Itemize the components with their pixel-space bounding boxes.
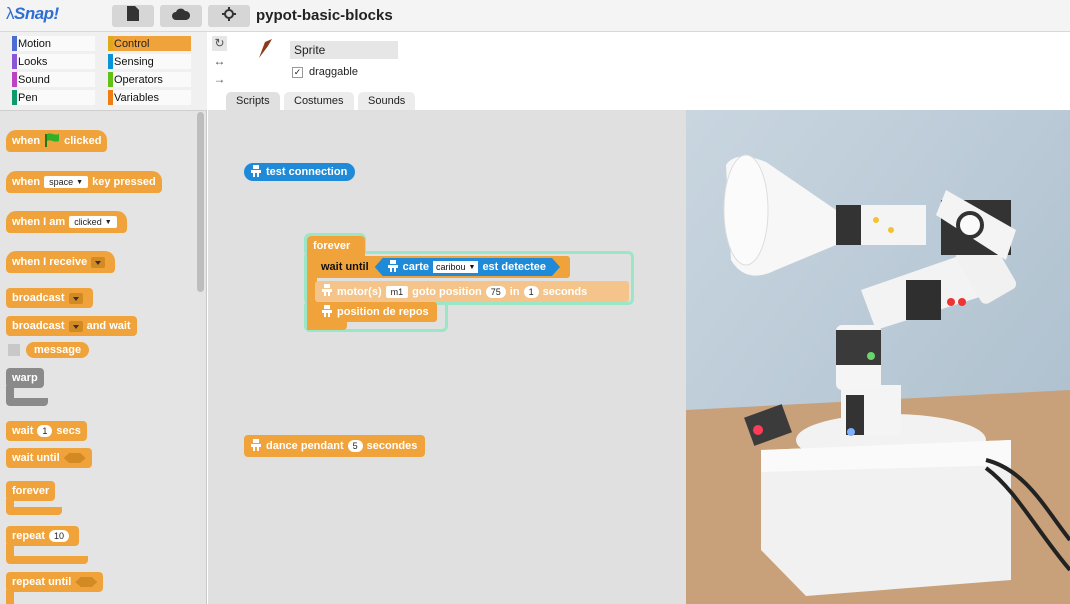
palette-scrollbar[interactable] [197, 112, 204, 292]
category-looks[interactable]: Looks [12, 54, 95, 69]
category-sensing[interactable]: Sensing [108, 54, 191, 69]
no-rotate-button[interactable]: → [212, 72, 227, 87]
forever-script-block[interactable]: forever [307, 236, 365, 256]
carte-detectee-predicate[interactable]: carte caribou ▼ est detectee [375, 258, 560, 276]
cloud-menu-button[interactable] [160, 5, 202, 27]
duration-input[interactable]: 1 [523, 285, 539, 298]
flip-style-button[interactable]: ↔ [212, 54, 227, 69]
category-motion[interactable]: Motion [12, 36, 95, 51]
motor-goto-position-block[interactable]: motor(s) m1 goto position 75 in 1 second… [315, 281, 629, 302]
repeat-block[interactable]: repeat 10 [6, 526, 80, 546]
interaction-dropdown[interactable]: clicked ▼ [69, 216, 117, 228]
forever-block[interactable]: forever [6, 481, 56, 501]
broadcast-and-wait-block[interactable]: broadcast and wait [6, 316, 137, 336]
category-selector: Motion Control Looks Sensing Sound Opera… [0, 32, 207, 110]
rotate-style-button[interactable]: ↻ [212, 36, 227, 51]
robot-icon [387, 260, 399, 275]
message-checkbox[interactable] [8, 344, 20, 356]
settings-menu-button[interactable] [208, 5, 250, 27]
draggable-checkbox[interactable]: ✓ [292, 67, 303, 78]
robot-camera-view [686, 110, 1070, 604]
robot-icon [321, 304, 333, 320]
robot-icon [250, 438, 262, 454]
position-de-repos-block[interactable]: position de repos [315, 302, 437, 322]
scripts-area[interactable] [208, 110, 686, 604]
robot-icon [321, 284, 333, 299]
draggable-option[interactable]: ✓ draggable [292, 66, 358, 78]
message-dropdown[interactable] [91, 256, 106, 268]
dance-duration-input[interactable]: 5 [347, 440, 363, 452]
when-i-am-clicked-block[interactable]: when I am clicked ▼ [6, 211, 127, 233]
when-i-receive-block[interactable]: when I receive [6, 251, 116, 273]
sprite-arrow-icon [256, 38, 274, 65]
repeat-until-block[interactable]: repeat until [6, 572, 104, 592]
robot-icon [250, 164, 262, 180]
sprite-name-field[interactable]: Sprite [290, 41, 398, 59]
cloud-icon [172, 7, 191, 25]
when-flag-clicked-block[interactable]: when clicked [6, 130, 108, 152]
tab-sounds[interactable]: Sounds [358, 92, 416, 110]
file-menu-button[interactable] [112, 5, 154, 27]
category-sound[interactable]: Sound [12, 72, 95, 87]
wait-until-block[interactable]: wait until [6, 448, 92, 468]
test-connection-block[interactable]: test connection [244, 163, 356, 181]
wait-secs-input[interactable]: 1 [37, 425, 53, 437]
snap-logo[interactable]: λSnap! [6, 4, 59, 24]
tab-scripts[interactable]: Scripts [226, 92, 280, 110]
top-bar: λSnap! pypot-basic-blocks [0, 0, 1070, 32]
wait-secs-block[interactable]: wait 1 secs [6, 421, 87, 441]
category-operators[interactable]: Operators [108, 72, 191, 87]
position-input[interactable]: 75 [485, 285, 506, 298]
message-reporter[interactable]: message [26, 342, 90, 358]
green-flag-icon [44, 132, 60, 150]
key-dropdown[interactable]: space ▼ [44, 176, 89, 188]
broadcast-block[interactable]: broadcast [6, 288, 93, 308]
repeat-until-condition-slot[interactable] [75, 577, 98, 587]
gear-icon [222, 6, 236, 26]
category-control[interactable]: Control [108, 36, 191, 51]
file-icon [127, 6, 139, 26]
robot-arm-image [686, 110, 1070, 604]
motor-name-input[interactable]: m1 [385, 285, 409, 298]
broadcast-wait-dropdown[interactable] [68, 320, 83, 332]
dance-pendant-block[interactable]: dance pendant 5 secondes [244, 435, 426, 457]
tab-costumes[interactable]: Costumes [284, 92, 354, 110]
condition-slot[interactable] [63, 453, 86, 463]
warp-block[interactable]: warp [6, 368, 44, 388]
wait-until-script-block[interactable]: wait until carte caribou ▼ est detectee [315, 256, 571, 278]
category-pen[interactable]: Pen [12, 90, 95, 105]
project-title: pypot-basic-blocks [256, 7, 393, 24]
when-key-pressed-block[interactable]: when space ▼ key pressed [6, 171, 162, 193]
category-variables[interactable]: Variables [108, 90, 191, 105]
repeat-count-input[interactable]: 10 [49, 530, 70, 542]
card-dropdown[interactable]: caribou ▼ [433, 261, 478, 273]
broadcast-dropdown[interactable] [68, 292, 83, 304]
